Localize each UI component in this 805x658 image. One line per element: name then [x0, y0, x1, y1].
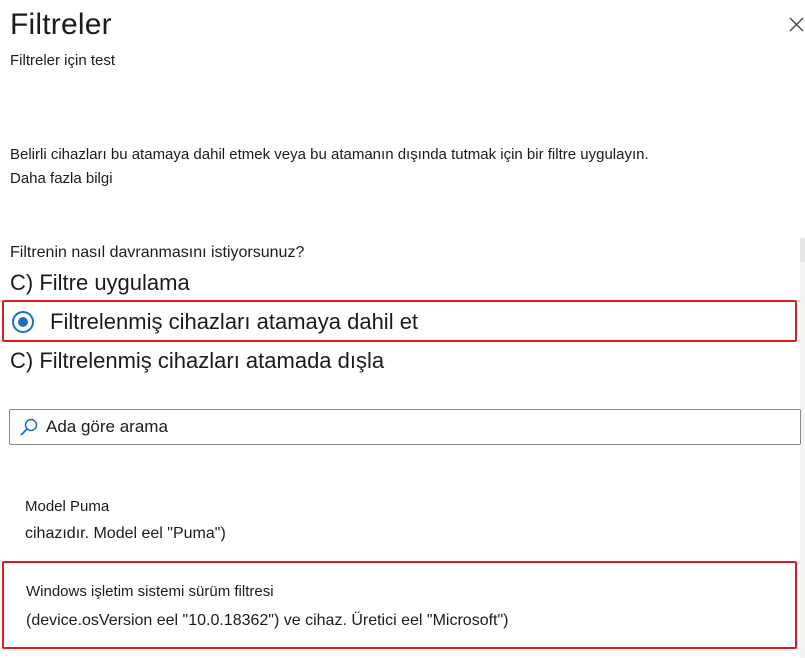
close-button[interactable] [786, 14, 805, 38]
option-include-label: Filtrelenmiş cihazları atamaya dahil et [50, 309, 419, 334]
filter-row-model-puma[interactable]: Model Puma cihazıdır. Model eel "Puma") [0, 488, 795, 552]
filter-row-windows-os-version[interactable]: Windows işletim sistemi sürüm filtresi (… [2, 561, 797, 649]
option-include-filtered[interactable]: Filtrelenmiş cihazları atamaya dahil et [2, 300, 797, 342]
filter-rule: cihazıdır. Model eel "Puma") [25, 525, 226, 542]
search-input[interactable] [46, 412, 786, 442]
search-icon [20, 418, 38, 436]
filter-rule: (device.osVersion eel "10.0.18362") ve c… [26, 612, 509, 629]
scrollbar-track[interactable] [800, 238, 805, 658]
filter-name: Model Puma [25, 498, 110, 515]
scrollbar-thumb[interactable] [800, 238, 805, 262]
filter-description: Belirli cihazları bu atamaya dahil etmek… [10, 146, 649, 163]
option-no-filter[interactable]: C) Filtre uygulama [10, 270, 190, 296]
behavior-question: Filtrenin nasıl davranmasını istiyorsunu… [10, 244, 305, 261]
radio-selected-icon[interactable] [12, 311, 34, 333]
filter-name: Windows işletim sistemi sürüm filtresi [26, 583, 274, 600]
option-exclude-filtered[interactable]: C) Filtrelenmiş cihazları atamada dışla [10, 348, 384, 374]
search-box[interactable] [9, 409, 801, 445]
page-subtitle: Filtreler için test [10, 52, 116, 69]
learn-more-link[interactable]: Daha fazla bilgi [10, 170, 113, 187]
page-title: Filtreler [10, 8, 112, 41]
filters-panel: Filtreler Filtreler için test Belirli ci… [0, 0, 805, 658]
close-icon [789, 17, 804, 32]
